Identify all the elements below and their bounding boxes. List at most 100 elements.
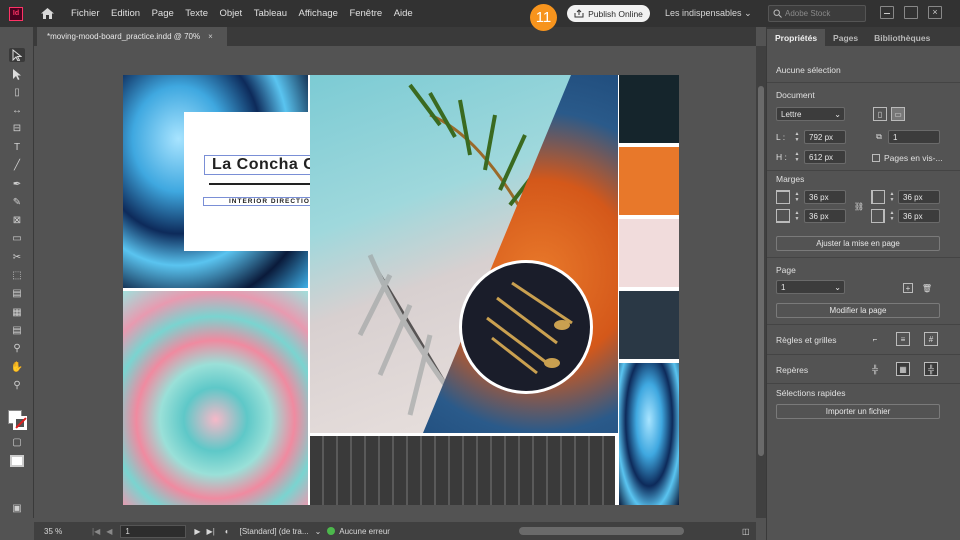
add-page-icon[interactable]: + [903,283,913,293]
rectangle-tool-icon[interactable]: ▭ [9,231,25,245]
publish-online-button[interactable]: Publish Online [567,5,650,22]
selection-tool-icon[interactable] [9,48,25,62]
swatch-pink[interactable] [619,219,679,287]
cutlery-circle-image[interactable] [459,260,593,394]
margin-top-field[interactable]: 36 px [804,190,846,204]
guides-icon[interactable]: ╬ [868,362,882,376]
gradient-tool-icon[interactable]: ▤ [9,286,25,300]
menu-fichier[interactable]: Fichier [71,8,100,19]
adjust-layout-button[interactable]: Ajuster la mise en page [776,236,940,251]
last-page-icon[interactable]: ▶| [207,527,215,536]
home-icon[interactable] [40,7,56,21]
zoom-tool-icon[interactable]: ⚲ [9,378,25,392]
rectangle-frame-tool-icon[interactable]: ⊠ [9,213,25,227]
chevron-down-icon[interactable]: ⌄ [315,527,322,536]
succulent-image[interactable] [123,291,308,505]
margin-top-stepper-icon[interactable]: ▲ ▼ [792,190,802,204]
next-page-icon[interactable]: ▶ [194,527,200,536]
height-stepper-icon[interactable]: ▲ ▼ [792,150,802,164]
liquid-blue-image-small[interactable] [619,363,679,505]
vertical-scroll-thumb[interactable] [758,86,764,456]
properties-panel: Propriétés Pages Bibliothèques Aucune sé… [766,27,960,540]
split-view-icon[interactable]: ◫ [742,527,750,536]
panel-divider [767,257,960,258]
import-file-button[interactable]: Importer un fichier [776,404,940,419]
document-preset-select[interactable]: Lettre ⌄ [776,107,845,121]
page-select[interactable]: 1 ⌄ [776,280,845,294]
document-grid-icon[interactable]: # [924,332,938,346]
view-mode-icon[interactable] [10,455,24,467]
content-collector-icon[interactable]: ⊟ [9,121,25,135]
pages-count-field[interactable]: 1 [888,130,940,144]
master-page-style[interactable]: [Standard] (de tra... [240,527,309,536]
stroke-swatch[interactable] [13,416,27,430]
swatch-orange[interactable] [619,147,679,215]
zoom-level[interactable]: 35 % [44,527,84,536]
baseline-grid-icon[interactable]: ≡ [896,332,910,346]
delete-page-icon[interactable]: 🗑 [922,283,932,293]
swatch-navy[interactable] [619,291,679,359]
error-status[interactable]: Aucune erreur [339,527,390,536]
vertical-scrollbar[interactable] [756,46,766,518]
menu-fenetre[interactable]: Fenêtre [349,8,382,19]
adobe-stock-search[interactable]: Adobe Stock [768,5,866,22]
eyedropper-tool-icon[interactable]: ⚲ [9,341,25,355]
first-page-icon[interactable]: |◀ [92,527,100,536]
screen-mode-icon[interactable]: ▣ [9,501,25,515]
mosaic-tiles-image[interactable] [310,436,615,505]
direct-selection-tool-icon[interactable] [9,67,25,81]
line-tool-icon[interactable]: ╱ [9,158,25,172]
ruler-icon[interactable]: ⌐ [868,332,882,346]
pencil-tool-icon[interactable]: ✎ [9,195,25,209]
margin-right-stepper-icon[interactable]: ▲ ▼ [887,209,897,223]
width-stepper-icon[interactable]: ▲ ▼ [792,130,802,144]
menu-objet[interactable]: Objet [219,8,242,19]
width-field[interactable]: 792 px [804,130,846,144]
page-tool-icon[interactable]: ▯ [9,85,25,99]
portrait-orientation-icon[interactable]: ▯ [873,107,887,121]
menu-edition[interactable]: Edition [111,8,140,19]
tab-libraries[interactable]: Bibliothèques [866,29,938,46]
menu-texte[interactable]: Texte [185,8,208,19]
workspace-switcher[interactable]: Les indispensables ⌄ [665,8,752,19]
hand-tool-icon[interactable]: ✋ [9,360,25,374]
document-canvas[interactable]: La Concha Café INTERIOR DIRECTION 1 [34,46,756,518]
menu-aide[interactable]: Aide [394,8,413,19]
swatch-dark-teal[interactable] [619,75,679,143]
gap-tool-icon[interactable]: ↔ [9,103,25,117]
margin-left-stepper-icon[interactable]: ▲ ▼ [887,190,897,204]
margin-bottom-field[interactable]: 36 px [804,209,846,223]
edit-page-button[interactable]: Modifier la page [776,303,940,318]
note-tool-icon[interactable]: ▤ [9,323,25,337]
tab-properties[interactable]: Propriétés [767,29,826,46]
landscape-orientation-icon[interactable]: ▭ [891,107,905,121]
previous-page-icon[interactable]: ◀ [106,527,112,536]
menu-page[interactable]: Page [152,8,174,19]
menu-affichage[interactable]: Affichage [298,8,337,19]
page-number-field[interactable]: 1 [120,524,187,538]
tab-pages[interactable]: Pages [825,29,866,46]
margin-left-field[interactable]: 36 px [898,190,940,204]
lock-guides-icon[interactable]: ╬ [924,362,938,376]
margin-right-field[interactable]: 36 px [898,209,940,223]
gradient-feather-tool-icon[interactable]: ▦ [9,305,25,319]
maximize-button[interactable] [904,6,918,19]
height-field[interactable]: 612 px [804,150,846,164]
pen-tool-icon[interactable]: ✒ [9,177,25,191]
scissors-tool-icon[interactable]: ✂ [9,250,25,264]
document-tab[interactable]: *moving-mood-board_practice.indd @ 70% × [37,27,227,46]
horizontal-scroll-thumb[interactable] [519,527,684,535]
menu-tableau[interactable]: Tableau [254,8,287,19]
margin-bottom-stepper-icon[interactable]: ▲ ▼ [792,209,802,223]
pages-stepper-icon[interactable] [875,130,885,144]
indesign-window: Id Fichier Edition Page Texte Objet Tabl… [0,0,960,540]
minimize-button[interactable] [880,6,894,19]
facing-pages-checkbox[interactable] [872,154,880,162]
smart-guides-icon[interactable]: ▦ [896,362,910,376]
link-margins-icon[interactable]: ⛓ [852,199,866,213]
close-window-button[interactable]: × [928,6,942,19]
free-transform-tool-icon[interactable]: ⬚ [9,268,25,282]
type-tool-icon[interactable]: T [9,140,25,154]
formatting-container-icon[interactable]: ▢ [9,435,25,449]
close-tab-icon[interactable]: × [208,32,213,41]
